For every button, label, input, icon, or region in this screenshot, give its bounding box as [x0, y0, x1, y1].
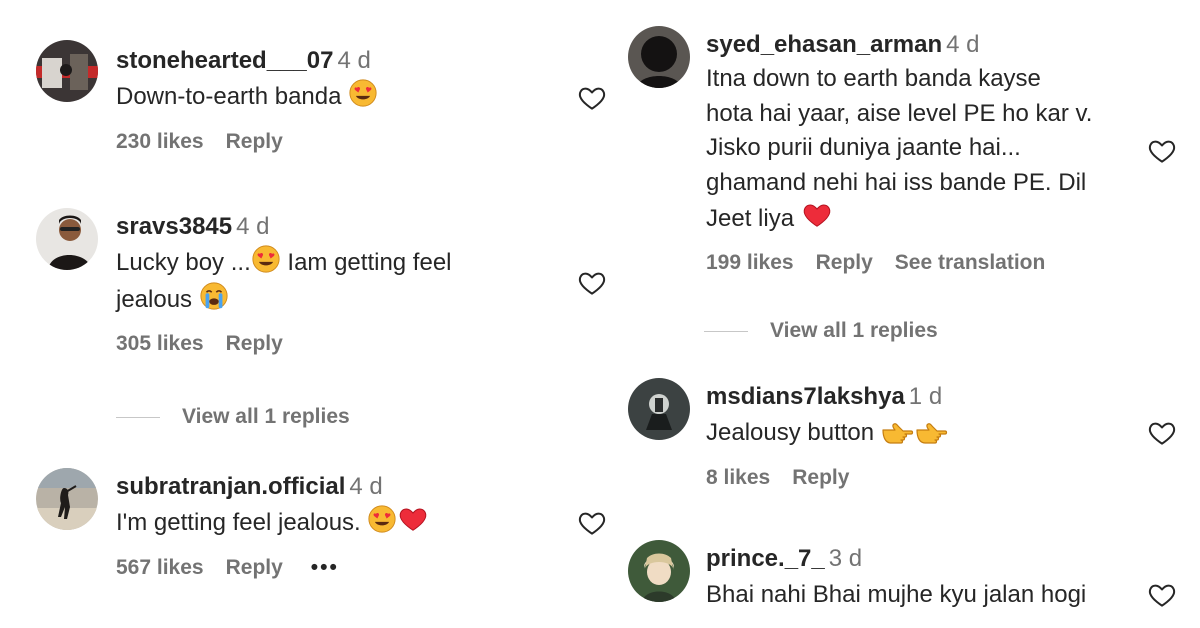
heart-eyes-emoji-icon: [367, 504, 397, 534]
comment-text-line: Jisko purii duniya jaante hai...: [706, 134, 1021, 161]
red-heart-emoji-icon: [801, 200, 833, 230]
comment-text-line1b: Iam getting feel: [280, 249, 452, 276]
username[interactable]: syed_ehasan_arman: [706, 31, 942, 58]
avatar[interactable]: [628, 378, 690, 440]
reply-button[interactable]: Reply: [816, 251, 873, 274]
reply-button[interactable]: Reply: [792, 466, 849, 489]
pointing-hand-emoji-icon: [915, 418, 949, 444]
view-replies-button[interactable]: View all 1 replies: [704, 319, 938, 343]
heart-eyes-emoji-icon: [348, 78, 378, 108]
username[interactable]: msdians7lakshya: [706, 383, 905, 410]
comment-text: Bhai nahi Bhai mujhe kyu jalan hogi: [706, 581, 1087, 608]
username[interactable]: subratranjan.official: [116, 473, 345, 500]
divider: [116, 416, 160, 418]
avatar[interactable]: [628, 26, 690, 88]
crying-face-emoji-icon: [199, 281, 229, 311]
like-count[interactable]: 8 likes: [706, 466, 770, 489]
avatar[interactable]: [628, 540, 690, 602]
like-count[interactable]: 230 likes: [116, 130, 204, 153]
like-count[interactable]: 305 likes: [116, 332, 204, 355]
timestamp[interactable]: 1 d: [909, 383, 942, 410]
timestamp[interactable]: 4 d: [349, 473, 382, 500]
like-heart-icon[interactable]: [576, 508, 608, 538]
username[interactable]: stonehearted___07: [116, 47, 333, 74]
like-heart-icon[interactable]: [576, 83, 608, 113]
comment-text: I'm getting feel jealous.: [116, 509, 361, 536]
view-replies-label: View all 1 replies: [182, 405, 350, 428]
timestamp[interactable]: 4 d: [236, 213, 269, 240]
more-options-icon[interactable]: •••: [311, 556, 339, 579]
reply-button[interactable]: Reply: [226, 556, 283, 579]
timestamp[interactable]: 3 d: [829, 545, 862, 572]
reply-button[interactable]: Reply: [226, 332, 283, 355]
avatar[interactable]: [36, 40, 98, 102]
view-replies-label: View all 1 replies: [770, 319, 938, 342]
like-heart-icon[interactable]: [576, 268, 608, 298]
view-replies-button[interactable]: View all 1 replies: [116, 405, 350, 429]
timestamp[interactable]: 4 d: [946, 31, 979, 58]
comment-text-line2: jealous: [116, 286, 193, 313]
comment-text-line1: Lucky boy ...: [116, 249, 251, 276]
comment-text-line: hota hai yaar, aise level PE ho kar v.: [706, 99, 1093, 127]
like-heart-icon[interactable]: [1146, 136, 1178, 166]
like-heart-icon[interactable]: [1146, 418, 1178, 448]
reply-button[interactable]: Reply: [226, 130, 283, 153]
avatar[interactable]: [36, 208, 98, 270]
timestamp[interactable]: 4 d: [337, 47, 370, 74]
comment-text-line: Jeet liya: [706, 205, 795, 232]
divider: [704, 330, 748, 332]
like-count[interactable]: 199 likes: [706, 251, 794, 274]
avatar[interactable]: [36, 468, 98, 530]
comment-text: Jealousy button: [706, 419, 875, 446]
username[interactable]: prince._7_: [706, 545, 825, 572]
comment-text-line: ghamand nehi hai iss bande PE. Dil: [706, 168, 1087, 196]
username[interactable]: sravs3845: [116, 213, 232, 240]
like-count[interactable]: 567 likes: [116, 556, 204, 579]
see-translation-button[interactable]: See translation: [895, 251, 1046, 274]
comment-text: Down-to-earth banda: [116, 83, 342, 110]
like-heart-icon[interactable]: [1146, 580, 1178, 610]
heart-eyes-emoji-icon: [251, 244, 281, 274]
pointing-hand-emoji-icon: [881, 418, 915, 444]
red-heart-emoji-icon: [397, 504, 429, 534]
comment-text-line: Itna down to earth banda kayse: [706, 65, 1041, 92]
